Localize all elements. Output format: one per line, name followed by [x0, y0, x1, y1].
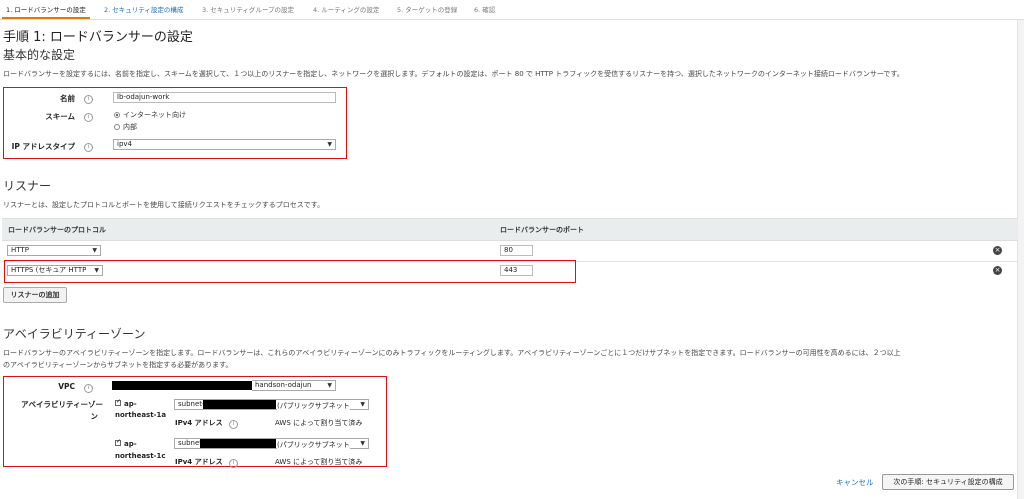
checkbox-checked-icon[interactable]	[115, 438, 121, 446]
chevron-down-icon: ▼	[92, 247, 97, 254]
chevron-down-icon: ▼	[327, 141, 332, 148]
ipv4-info-icon: i	[229, 418, 238, 429]
wizard-steps: 1. ロードバランサーの設定 2. セキュリティ設定の構成 3. セキュリティグ…	[0, 0, 1024, 20]
az-zone-1-name-line-2: northeast-1a	[115, 411, 167, 419]
az-zone-2-checkbox[interactable]: ap-	[115, 438, 137, 448]
scheme-option-label: 内部	[123, 123, 137, 131]
name-label: 名前	[60, 94, 75, 103]
listeners-table-header: ロードバランサーのプロトコル ロードバランサーのポート	[2, 218, 1018, 241]
listener-port-input-1[interactable]: 80	[500, 245, 533, 256]
step-3[interactable]: 3. セキュリティグループの設定	[198, 2, 298, 18]
remove-listener-icon[interactable]: ×	[993, 246, 1002, 255]
az-zone-2-name: ap-	[124, 440, 137, 448]
redacted-subnet-id	[203, 400, 276, 409]
redacted-subnet-id	[200, 439, 276, 448]
scheme-label: スキーム	[45, 112, 75, 121]
basic-settings-heading: 基本的な設定	[3, 48, 76, 62]
az-description-line-2: のアベイラビリティーゾーンからサブネットを指定する必要があります。	[3, 361, 233, 369]
basic-settings-description: ロードバランサーを設定するには、名前を指定し、スキームを選択して、１つ以上のリス…	[3, 70, 904, 78]
ip-type-value: ipv4	[117, 140, 132, 148]
name-info-icon: i	[84, 93, 93, 104]
ipv4-value-1: AWS によって割り当て済み	[275, 419, 363, 427]
step-2[interactable]: 2. セキュリティ設定の構成	[100, 2, 187, 18]
scheme-option-label: インターネット向け	[123, 111, 186, 119]
redacted-vpc-id	[112, 381, 252, 390]
subnet-prefix: subnet	[178, 439, 203, 447]
scheme-internal[interactable]: 内部	[114, 122, 137, 132]
az-zone-2-name-line-2: northeast-1c	[115, 452, 166, 460]
ip-type-select[interactable]: ipv4 ▼	[113, 139, 336, 150]
az-label-line-2: ン	[90, 412, 99, 421]
vpc-select[interactable]: handson-odajun ▼	[252, 380, 336, 391]
listener-protocol-value: HTTPS (セキュア HTTP	[11, 266, 87, 274]
ipv4-info-icon: i	[229, 457, 238, 468]
subnet-2-suffix: (パブリックサブネット	[277, 440, 350, 450]
chevron-down-icon: ▼	[360, 401, 365, 408]
radio-selected-icon[interactable]	[114, 112, 120, 118]
step-6[interactable]: 6. 確認	[470, 2, 499, 18]
page-scrollbar[interactable]	[1017, 20, 1024, 499]
az-label-line-1: アベイラビリティーゾー	[21, 400, 103, 409]
subnet-prefix: subnet-	[178, 400, 205, 408]
ipv4-value-2: AWS によって割り当て済み	[275, 458, 363, 466]
listener-protocol-select-2[interactable]: HTTPS (セキュア HTTP ▼	[7, 265, 103, 276]
scheme-internet-facing[interactable]: インターネット向け	[114, 110, 186, 120]
ipv4-label-1: IPv4 アドレス	[175, 419, 223, 427]
listener-protocol-select-1[interactable]: HTTP ▼	[7, 245, 101, 256]
chevron-down-icon: ▼	[94, 267, 99, 274]
az-zone-1-name: ap-	[124, 400, 137, 408]
ip-type-info-icon: i	[84, 141, 93, 152]
cancel-link[interactable]: キャンセル	[836, 477, 874, 488]
listeners-heading: リスナー	[3, 179, 52, 193]
listener-protocol-value: HTTP	[11, 246, 29, 254]
ip-type-label: IP アドレスタイプ	[11, 142, 75, 151]
listener-port-input-2[interactable]: 443	[500, 265, 533, 276]
step-4[interactable]: 4. ルーティングの設定	[309, 2, 383, 18]
name-input[interactable]: lb-odajun-work	[113, 92, 336, 103]
ipv4-label-2: IPv4 アドレス	[175, 458, 223, 466]
az-heading: アベイラビリティーゾーン	[3, 327, 146, 341]
az-description-line-1: ロードバランサーのアベイラビリティーゾーンを指定します。ロードバランサーは、これ…	[3, 349, 901, 357]
scheme-info-icon: i	[84, 111, 93, 122]
chevron-down-icon: ▼	[327, 382, 332, 389]
radio-unselected-icon[interactable]	[114, 124, 120, 130]
vpc-name-value: handson-odajun	[255, 381, 312, 389]
step-5[interactable]: 5. ターゲットの登録	[393, 2, 461, 18]
next-step-button[interactable]: 次の手順: セキュリティ設定の構成	[882, 474, 1014, 490]
col-port: ロードバランサーのポート	[500, 226, 584, 234]
step-1[interactable]: 1. ロードバランサーの設定	[2, 2, 90, 19]
az-zone-1-checkbox[interactable]: ap-	[115, 398, 137, 408]
col-protocol: ロードバランサーのプロトコル	[8, 226, 106, 234]
checkbox-checked-icon[interactable]	[115, 398, 121, 406]
chevron-down-icon: ▼	[360, 440, 365, 447]
step-divider	[0, 19, 1024, 20]
page-title: 手順 1: ロードバランサーの設定	[3, 30, 193, 45]
subnet-1-suffix: (パブリックサブネット	[277, 401, 350, 411]
vpc-label: VPC	[58, 382, 75, 391]
add-listener-button[interactable]: リスナーの追加	[3, 287, 67, 303]
vpc-info-icon: i	[84, 382, 93, 393]
listeners-description: リスナーとは、設定したプロトコルとポートを使用して接続リクエストをチェックするプ…	[3, 201, 325, 209]
remove-listener-icon[interactable]: ×	[993, 266, 1002, 275]
